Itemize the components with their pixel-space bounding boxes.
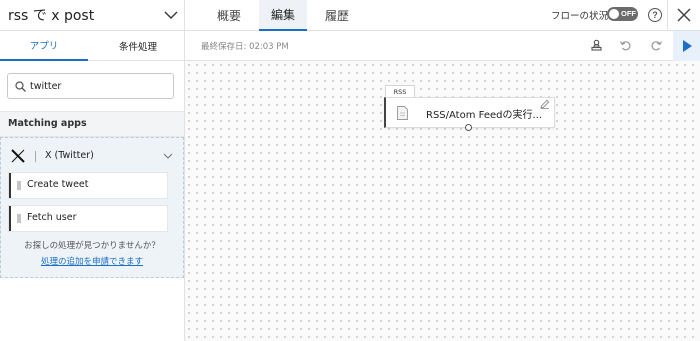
- grip-icon: [17, 214, 21, 223]
- divider: [35, 151, 36, 162]
- search-input[interactable]: [30, 78, 168, 94]
- action-fetch-user[interactable]: Fetch user: [9, 206, 167, 231]
- divider: [184, 31, 185, 61]
- help-icon[interactable]: ?: [648, 8, 662, 22]
- play-icon: [683, 40, 692, 52]
- x-logo-icon: [11, 149, 25, 163]
- node-label: RSS/Atom Feedの実行...: [426, 110, 543, 121]
- action-label: Create tweet: [27, 179, 89, 190]
- run-button[interactable]: [673, 31, 700, 61]
- last-saved-text: 最終保存日: 02:03 PM: [201, 42, 289, 52]
- not-found-text: お探しの処理が見つかりませんか？: [24, 241, 160, 251]
- tab-history[interactable]: 履歴: [308, 0, 366, 31]
- app-row-x-twitter[interactable]: X (Twitter): [1, 142, 183, 170]
- grip-icon: [17, 181, 21, 190]
- chevron-down-icon: [164, 11, 178, 19]
- redo-icon[interactable]: [650, 39, 663, 52]
- matching-apps-header: Matching apps: [0, 111, 184, 137]
- flow-title: rss で x post: [8, 8, 95, 24]
- request-process-link[interactable]: 処理の追加を申請できます: [1, 255, 183, 267]
- flow-status-label: フローの状況: [551, 11, 609, 22]
- sidebar: Matching apps X (Twitter) Create tweet: [0, 61, 185, 341]
- undo-icon[interactable]: [619, 39, 632, 52]
- action-label: Fetch user: [27, 212, 77, 223]
- top-bar: rss で x post 概要 編集 履歴 フローの状況 OFF ?: [0, 0, 700, 31]
- node-connector[interactable]: [465, 124, 472, 131]
- chevron-down-icon[interactable]: [163, 153, 173, 160]
- action-create-tweet[interactable]: Create tweet: [9, 173, 167, 198]
- close-icon: [677, 8, 691, 22]
- search-icon: [15, 81, 26, 92]
- stamp-icon[interactable]: [590, 39, 603, 52]
- matching-apps-label: Matching apps: [8, 118, 87, 129]
- tab-edit[interactable]: 編集: [259, 0, 307, 31]
- edit-icon[interactable]: [540, 99, 550, 109]
- toggle-state: OFF: [621, 9, 636, 18]
- tab-conditions[interactable]: 条件処理: [92, 31, 184, 61]
- sub-toolbar: アプリ 条件処理 最終保存日: 02:03 PM: [0, 31, 700, 61]
- toggle-knob: [609, 9, 619, 19]
- results-panel: X (Twitter) Create tweet Fetch user お探しの…: [0, 137, 184, 278]
- app-name: X (Twitter): [45, 150, 94, 161]
- search-field[interactable]: [7, 73, 174, 99]
- flow-canvas[interactable]: RSS RSS/Atom Feedの実行...: [185, 61, 700, 341]
- flow-title-dropdown[interactable]: rss で x post: [0, 0, 185, 31]
- tab-apps[interactable]: アプリ: [0, 31, 88, 61]
- flow-status-toggle[interactable]: OFF: [607, 7, 638, 21]
- close-button[interactable]: [667, 0, 700, 31]
- document-icon: [397, 106, 408, 120]
- tab-overview[interactable]: 概要: [200, 0, 258, 31]
